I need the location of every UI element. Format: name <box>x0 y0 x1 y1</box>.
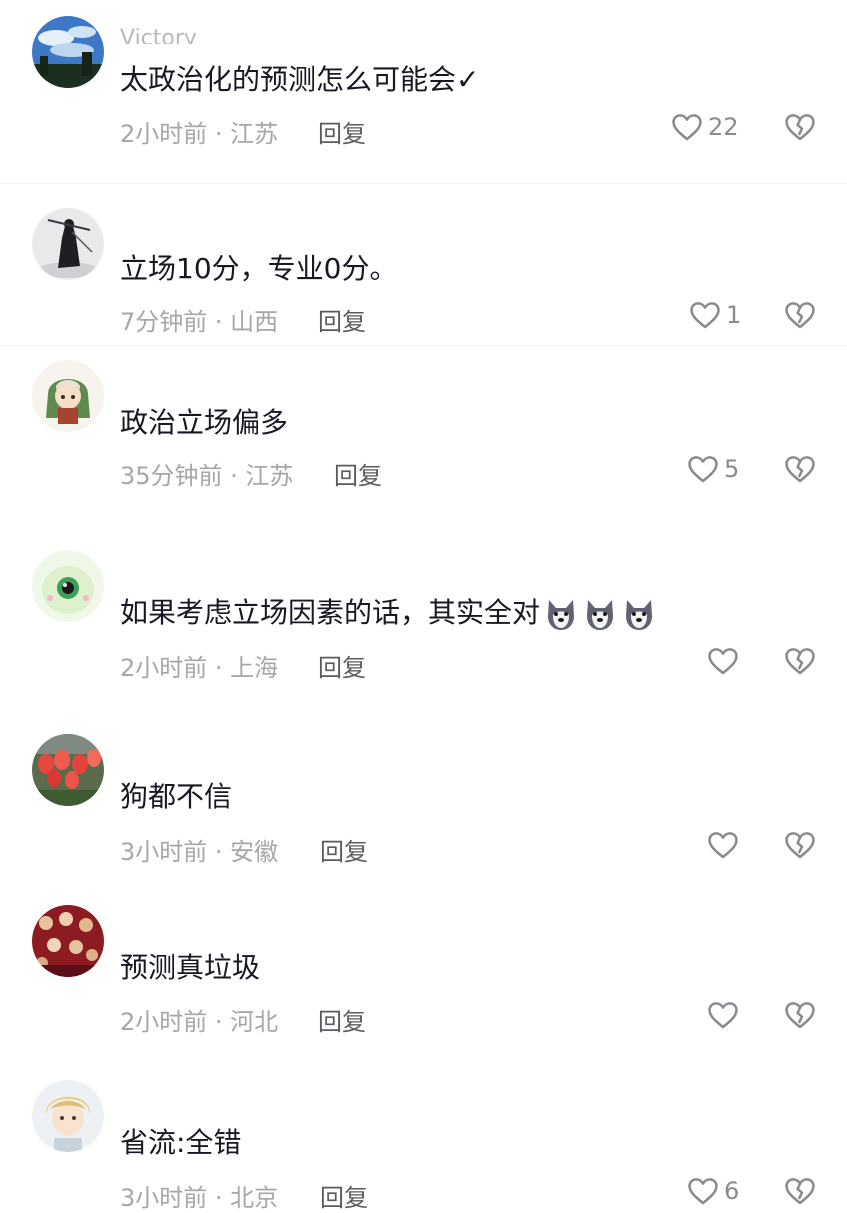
avatar[interactable] <box>32 905 104 977</box>
avatar-image <box>32 360 104 432</box>
heart-icon <box>672 114 702 141</box>
avatar-image <box>32 734 104 806</box>
avatar-image <box>32 1080 104 1152</box>
broken-heart-icon <box>785 1002 815 1029</box>
dislike-button[interactable] <box>782 298 818 332</box>
comment-item: 如果考虑立场因素的话，其实全对 2小时前 · 上海 回复 <box>0 530 847 720</box>
dislike-button[interactable] <box>782 110 818 144</box>
comment-meta: 2小时前 · 上海 <box>120 654 279 682</box>
comment-meta: 2小时前 · 江苏 <box>120 120 279 148</box>
comment-text: 如果考虑立场因素的话，其实全对 <box>120 596 657 632</box>
heart-icon <box>688 1178 718 1205</box>
broken-heart-icon <box>785 1178 815 1205</box>
dislike-button[interactable] <box>782 452 818 486</box>
comment-text: 立场10分，专业0分。 <box>120 252 398 285</box>
avatar[interactable] <box>32 360 104 432</box>
comment-text: 狗都不信 <box>120 780 233 813</box>
like-count: 6 <box>724 1177 740 1205</box>
comment-text: 太政治化的预测怎么可能会✓ <box>120 63 480 96</box>
reply-button[interactable]: 回复 <box>318 114 366 149</box>
comment-item: 狗都不信 3小时前 · 安徽 回复 <box>0 720 847 895</box>
husky-dog-emoji <box>543 596 579 632</box>
like-button[interactable]: 5 <box>686 452 739 486</box>
like-button[interactable]: 1 <box>688 298 741 332</box>
avatar[interactable] <box>32 16 104 88</box>
dislike-button[interactable] <box>782 1174 818 1208</box>
like-button[interactable] <box>706 644 744 678</box>
dislike-button[interactable] <box>782 998 818 1032</box>
like-count: 22 <box>708 113 739 141</box>
heart-icon <box>690 302 720 329</box>
heart-icon <box>688 456 718 483</box>
broken-heart-icon <box>785 114 815 141</box>
comment-meta: 3小时前 · 安徽 <box>120 838 279 866</box>
comment-item: Victory 太政治化的预测怎么可能会✓ 2小时前 · 江苏 回复 22 <box>0 0 847 183</box>
heart-icon <box>708 1002 738 1029</box>
reply-button[interactable]: 回复 <box>320 1178 368 1213</box>
dislike-button[interactable] <box>782 828 818 862</box>
heart-icon <box>708 648 738 675</box>
comment-text: 省流:全错 <box>120 1126 242 1159</box>
husky-dog-emoji <box>582 596 618 632</box>
comment-meta: 3小时前 · 北京 <box>120 1184 279 1212</box>
reply-button[interactable]: 回复 <box>334 456 382 491</box>
like-button[interactable]: 6 <box>686 1174 739 1208</box>
reply-button[interactable]: 回复 <box>318 302 366 337</box>
broken-heart-icon <box>785 832 815 859</box>
broken-heart-icon <box>785 648 815 675</box>
like-button[interactable] <box>706 828 744 862</box>
broken-heart-icon <box>785 456 815 483</box>
broken-heart-icon <box>785 302 815 329</box>
comment-text: 政治立场偏多 <box>120 406 289 439</box>
dislike-button[interactable] <box>782 644 818 678</box>
comment-meta: 35分钟前 · 江苏 <box>120 462 294 490</box>
reply-button[interactable]: 回复 <box>320 832 368 867</box>
comment-item: 省流:全错 3小时前 · 北京 回复 6 <box>0 1070 847 1212</box>
avatar[interactable] <box>32 208 104 280</box>
avatar[interactable] <box>32 550 104 622</box>
like-button[interactable]: 22 <box>670 110 739 144</box>
comment-item: 政治立场偏多 35分钟前 · 江苏 回复 5 <box>0 345 847 531</box>
comment-meta: 7分钟前 · 山西 <box>120 308 279 336</box>
comment-item: 立场10分，专业0分。 7分钟前 · 山西 回复 1 <box>0 183 847 346</box>
like-button[interactable] <box>706 998 744 1032</box>
like-count: 1 <box>726 301 742 329</box>
reply-button[interactable]: 回复 <box>318 648 366 683</box>
like-count: 5 <box>724 455 740 483</box>
husky-dog-emoji <box>621 596 657 632</box>
reply-button[interactable]: 回复 <box>318 1002 366 1037</box>
avatar[interactable] <box>32 734 104 806</box>
avatar[interactable] <box>32 1080 104 1152</box>
avatar-image <box>32 208 104 280</box>
avatar-image <box>32 16 104 88</box>
username[interactable]: Victory <box>120 26 197 44</box>
comment-item: 预测真垃圾 2小时前 · 河北 回复 <box>0 895 847 1070</box>
comment-text: 预测真垃圾 <box>120 951 261 984</box>
avatar-image <box>32 550 104 622</box>
heart-icon <box>708 832 738 859</box>
comment-meta: 2小时前 · 河北 <box>120 1008 279 1036</box>
comment-text-body: 如果考虑立场因素的话，其实全对 <box>120 596 541 629</box>
avatar-image <box>32 905 104 977</box>
